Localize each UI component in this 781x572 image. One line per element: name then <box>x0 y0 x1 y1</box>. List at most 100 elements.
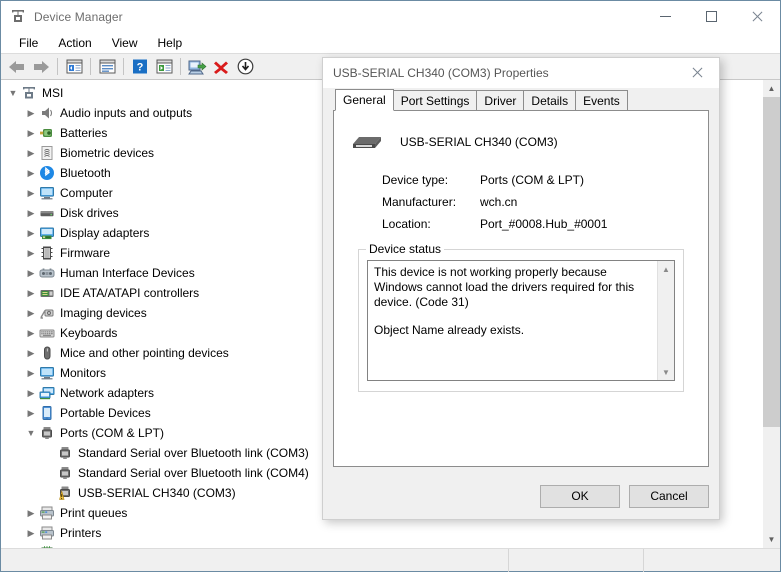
back-arrow-icon[interactable] <box>5 55 29 78</box>
device-type-label: Device type: <box>382 173 449 187</box>
window-titlebar: Device Manager <box>1 1 780 32</box>
chevron-right-icon[interactable]: ▶ <box>23 245 39 261</box>
tab-port-settings[interactable]: Port Settings <box>392 90 478 110</box>
disable-device-icon[interactable] <box>209 55 233 78</box>
status-scroll-down-icon[interactable]: ▼ <box>658 364 674 380</box>
minimize-button[interactable] <box>642 1 688 32</box>
chevron-right-icon[interactable]: ▶ <box>23 145 39 161</box>
tree-item-label: Standard Serial over Bluetooth link (COM… <box>78 446 309 460</box>
tree-item-label: USB-SERIAL CH340 (COM3) <box>78 486 236 500</box>
disk-drive-icon <box>39 205 55 221</box>
chevron-right-icon[interactable]: ▶ <box>23 225 39 241</box>
maximize-button[interactable] <box>688 1 734 32</box>
display-adapter-icon <box>39 225 55 241</box>
tab-details[interactable]: Details <box>523 90 577 110</box>
dialog-body: General Port Settings Driver Details Eve… <box>323 88 719 477</box>
chevron-right-icon[interactable]: ▶ <box>23 185 39 201</box>
uninstall-device-icon[interactable] <box>233 55 257 78</box>
tree-vertical-scrollbar[interactable]: ▲ ▼ <box>762 80 780 548</box>
menu-action[interactable]: Action <box>48 34 101 52</box>
chevron-right-icon[interactable]: ▶ <box>23 545 39 549</box>
toolbar-separator <box>180 58 181 75</box>
scrollbar-track[interactable] <box>763 97 780 531</box>
chevron-right-icon[interactable]: ▶ <box>23 365 39 381</box>
tree-item[interactable]: ▶ Processors <box>1 543 762 548</box>
device-status-group-title: Device status <box>366 242 445 256</box>
menu-view[interactable]: View <box>102 34 148 52</box>
general-tab-panel: USB-SERIAL CH340 (COM3) Device type: Por… <box>333 110 709 467</box>
tab-driver[interactable]: Driver <box>476 90 525 110</box>
tree-item-label: Computer <box>60 186 113 200</box>
dialog-footer: OK Cancel <box>323 477 719 519</box>
device-name-label: USB-SERIAL CH340 (COM3) <box>400 135 558 149</box>
device-manager-icon <box>10 9 26 25</box>
property-row-device-type: Device type: Ports (COM & LPT) <box>350 169 692 191</box>
status-scrollbar[interactable]: ▲ ▼ <box>657 261 674 380</box>
chevron-right-icon[interactable]: ▶ <box>23 325 39 341</box>
tab-general[interactable]: General <box>335 89 394 111</box>
printer-icon <box>39 525 55 541</box>
chevron-right-icon[interactable]: ▶ <box>23 165 39 181</box>
dialog-tabs: General Port Settings Driver Details Eve… <box>333 88 709 111</box>
tree-item-label: Audio inputs and outputs <box>60 106 193 120</box>
printer-icon <box>39 505 55 521</box>
tree-item-label: Biometric devices <box>60 146 155 160</box>
menu-file[interactable]: File <box>9 34 48 52</box>
tree-item-label: Batteries <box>60 126 108 140</box>
serial-device-icon <box>350 127 386 157</box>
tree-item-label: Bluetooth <box>60 166 111 180</box>
chevron-right-icon[interactable]: ▶ <box>23 525 39 541</box>
chevron-right-icon[interactable]: ▶ <box>23 105 39 121</box>
toolbar-separator <box>57 58 58 75</box>
properties-icon[interactable] <box>95 55 119 78</box>
processor-icon <box>39 545 55 548</box>
tab-events[interactable]: Events <box>575 90 628 110</box>
chevron-right-icon[interactable]: ▶ <box>23 265 39 281</box>
tree-item-label: Mice and other pointing devices <box>60 346 229 360</box>
ok-button[interactable]: OK <box>540 484 620 508</box>
property-row-location: Location: Port_#0008.Hub_#0001 <box>350 213 692 235</box>
location-label: Location: <box>382 217 431 231</box>
statusbar-pane-main <box>1 548 509 572</box>
keyboard-icon <box>39 325 55 341</box>
chevron-right-icon[interactable]: ▶ <box>23 405 39 421</box>
chevron-down-icon[interactable]: ▼ <box>5 85 21 101</box>
firmware-chip-icon <box>39 245 55 261</box>
help-icon[interactable]: ? <box>128 55 152 78</box>
cancel-button[interactable]: Cancel <box>629 484 709 508</box>
menu-help[interactable]: Help <box>148 34 193 52</box>
device-status-box[interactable]: This device is not working properly beca… <box>367 260 675 381</box>
chevron-right-icon[interactable]: ▶ <box>23 125 39 141</box>
chevron-right-icon[interactable]: ▶ <box>23 505 39 521</box>
update-driver-icon[interactable] <box>185 55 209 78</box>
port-icon <box>39 425 55 441</box>
tree-item[interactable]: ▶ Printers <box>1 523 762 543</box>
close-button[interactable] <box>734 1 780 32</box>
scan-hardware-icon[interactable] <box>152 55 176 78</box>
svg-text:?: ? <box>137 62 144 74</box>
chevron-down-icon[interactable]: ▼ <box>23 425 39 441</box>
battery-icon <box>39 125 55 141</box>
chevron-right-icon[interactable]: ▶ <box>23 285 39 301</box>
chevron-right-icon[interactable]: ▶ <box>23 345 39 361</box>
scroll-down-icon[interactable]: ▼ <box>763 531 780 548</box>
port-warning-icon <box>57 485 73 501</box>
chevron-right-icon[interactable]: ▶ <box>23 305 39 321</box>
manufacturer-label: Manufacturer: <box>382 195 457 209</box>
show-hide-console-tree-icon[interactable] <box>62 55 86 78</box>
scrollbar-thumb[interactable] <box>763 97 780 427</box>
chevron-right-icon[interactable]: ▶ <box>23 385 39 401</box>
scroll-up-icon[interactable]: ▲ <box>763 80 780 97</box>
dialog-titlebar: USB-SERIAL CH340 (COM3) Properties <box>323 58 719 88</box>
chevron-right-icon[interactable]: ▶ <box>23 205 39 221</box>
dialog-close-button[interactable] <box>675 58 719 88</box>
device-status-group: Device status This device is not working… <box>358 242 684 392</box>
mouse-icon <box>39 345 55 361</box>
window-title: Device Manager <box>34 9 123 24</box>
menubar: File Action View Help <box>1 32 780 53</box>
tree-item-label: Network adapters <box>60 386 155 400</box>
device-properties-dialog: USB-SERIAL CH340 (COM3) Properties Gener… <box>322 57 720 520</box>
camera-icon <box>39 305 55 321</box>
forward-arrow-icon[interactable] <box>29 55 53 78</box>
status-scroll-up-icon[interactable]: ▲ <box>658 261 674 277</box>
